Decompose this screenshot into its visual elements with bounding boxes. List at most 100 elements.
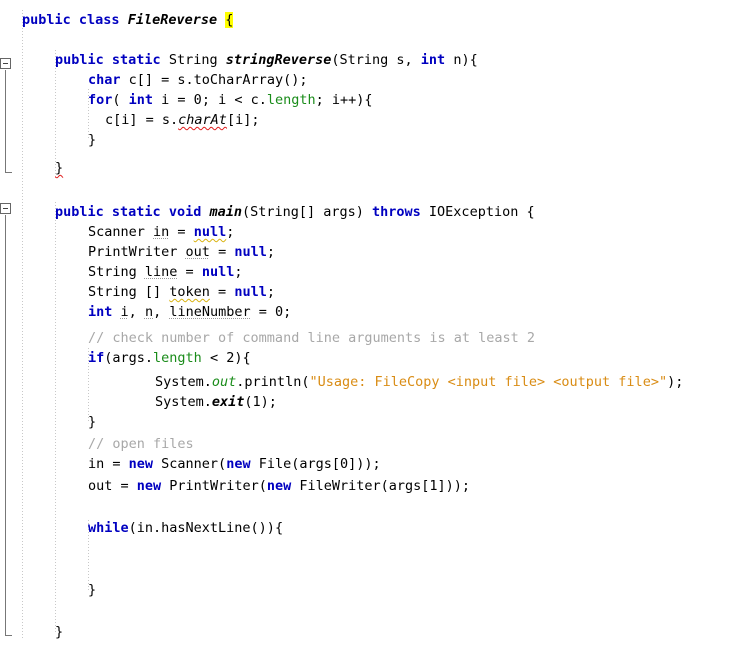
code-line-11[interactable]: public static void main(String[] args) t… [55, 202, 535, 222]
code-token: exit [211, 394, 245, 410]
code-token: new [226, 456, 251, 472]
code-token: = [209, 284, 235, 300]
code-token: System. [155, 374, 212, 390]
code-line-22[interactable]: // open files [88, 434, 194, 454]
code-token: length [266, 92, 316, 108]
code-token: } [55, 624, 64, 640]
code-token: line [144, 264, 178, 280]
code-line-26[interactable]: while(in.hasNextLine()){ [88, 518, 283, 538]
code-token: } [88, 132, 97, 148]
code-token: (args. [104, 350, 154, 366]
code-token: public [22, 12, 79, 28]
code-token: int [128, 92, 154, 108]
code-line-3[interactable]: public static String stringReverse(Strin… [55, 50, 478, 70]
code-token: new [128, 456, 154, 472]
code-editor[interactable]: public class FileReverse { public static… [0, 0, 742, 648]
code-token: , [128, 304, 145, 320]
code-content[interactable]: public class FileReverse { public static… [0, 0, 742, 648]
code-token: (String s, [331, 52, 421, 68]
code-token: throws [372, 204, 421, 220]
code-line-13[interactable]: PrintWriter out = null; [88, 242, 275, 262]
code-token: = [169, 224, 194, 240]
code-token: FileWriter(args[1])); [291, 478, 471, 494]
code-token: public [55, 204, 112, 220]
code-token: char [88, 72, 121, 88]
code-token: new [136, 478, 162, 494]
code-line-4[interactable]: char c[] = s.toCharArray(); [88, 70, 307, 90]
code-token: String [168, 52, 226, 68]
code-line-21[interactable]: } [88, 412, 96, 432]
code-token: c[] = s.toCharArray(); [120, 72, 308, 88]
code-token: static [111, 204, 169, 220]
code-token: // open files [88, 436, 194, 452]
code-token: ; [266, 284, 275, 300]
code-line-16[interactable]: int i, n, lineNumber = 0; [88, 302, 291, 322]
code-token: ; i++){ [315, 92, 373, 108]
code-line-7[interactable]: } [88, 130, 96, 150]
code-token: < 2){ [201, 350, 251, 366]
code-line-14[interactable]: String line = null; [88, 262, 242, 282]
code-token: // check number of command line argument… [88, 330, 536, 346]
code-token: length [153, 350, 202, 366]
code-token: out [211, 374, 237, 390]
code-token: , [153, 304, 170, 320]
code-line-31[interactable]: } [55, 622, 63, 642]
code-line-20[interactable]: System.exit(1); [155, 392, 277, 412]
code-token: (String[] args) [241, 204, 373, 220]
code-token: FileReverse [127, 12, 218, 28]
code-token: lineNumber [169, 304, 251, 320]
code-token: new [266, 478, 292, 494]
code-line-17[interactable]: // check number of command line argument… [88, 328, 535, 348]
code-token: in [153, 224, 170, 240]
code-token: main [209, 204, 242, 220]
code-token: Scanner [88, 224, 154, 240]
code-token: (1); [244, 394, 277, 410]
code-token: "Usage: FileCopy <input file> <output fi… [309, 374, 668, 390]
code-token: i = 0; i < c. [153, 92, 267, 108]
code-line-18[interactable]: if(args.length < 2){ [88, 348, 251, 368]
code-token: String [] [88, 284, 170, 300]
code-token: while [88, 520, 129, 536]
code-token: ; [266, 244, 275, 260]
code-token: c[i] = s. [105, 112, 179, 128]
code-token: out [185, 244, 210, 260]
code-line-5[interactable]: for( int i = 0; i < c.length; i++){ [88, 90, 373, 110]
code-token: null [201, 264, 235, 280]
code-token: n [144, 304, 154, 320]
code-token: File(args[0])); [250, 456, 381, 472]
code-line-29[interactable]: } [88, 580, 96, 600]
code-token: (in.hasNextLine()){ [128, 520, 284, 536]
code-token: null [234, 244, 267, 260]
code-token: public [55, 52, 112, 68]
code-line-24[interactable]: out = new PrintWriter(new FileWriter(arg… [88, 476, 470, 496]
code-token: System. [155, 394, 212, 410]
code-token: ); [667, 374, 684, 390]
code-token: token [169, 284, 210, 300]
code-token: String [88, 264, 145, 280]
code-token: i [120, 304, 129, 320]
code-token: n){ [445, 52, 478, 68]
code-token: = [209, 244, 235, 260]
code-line-19[interactable]: System.out.println("Usage: FileCopy <inp… [155, 372, 683, 392]
code-token: out = [88, 478, 137, 494]
code-token: int [88, 304, 113, 320]
code-line-1[interactable]: public class FileReverse { [22, 10, 234, 30]
code-token: } [88, 582, 97, 598]
code-token: ; [226, 224, 235, 240]
code-line-9[interactable]: } [55, 158, 63, 178]
code-token: { [225, 12, 234, 28]
code-token: static [111, 52, 169, 68]
code-token: null [193, 224, 227, 240]
code-line-23[interactable]: in = new Scanner(new File(args[0])); [88, 454, 381, 474]
code-token: charAt [178, 112, 227, 128]
code-token: in = [88, 456, 129, 472]
code-line-12[interactable]: Scanner in = null; [88, 222, 234, 242]
code-token: void [168, 204, 210, 220]
code-token: ( [112, 92, 129, 108]
code-token: } [55, 160, 64, 176]
code-token: Scanner( [153, 456, 227, 472]
code-line-6[interactable]: c[i] = s.charAt[i]; [105, 110, 259, 130]
code-line-15[interactable]: String [] token = null; [88, 282, 275, 302]
